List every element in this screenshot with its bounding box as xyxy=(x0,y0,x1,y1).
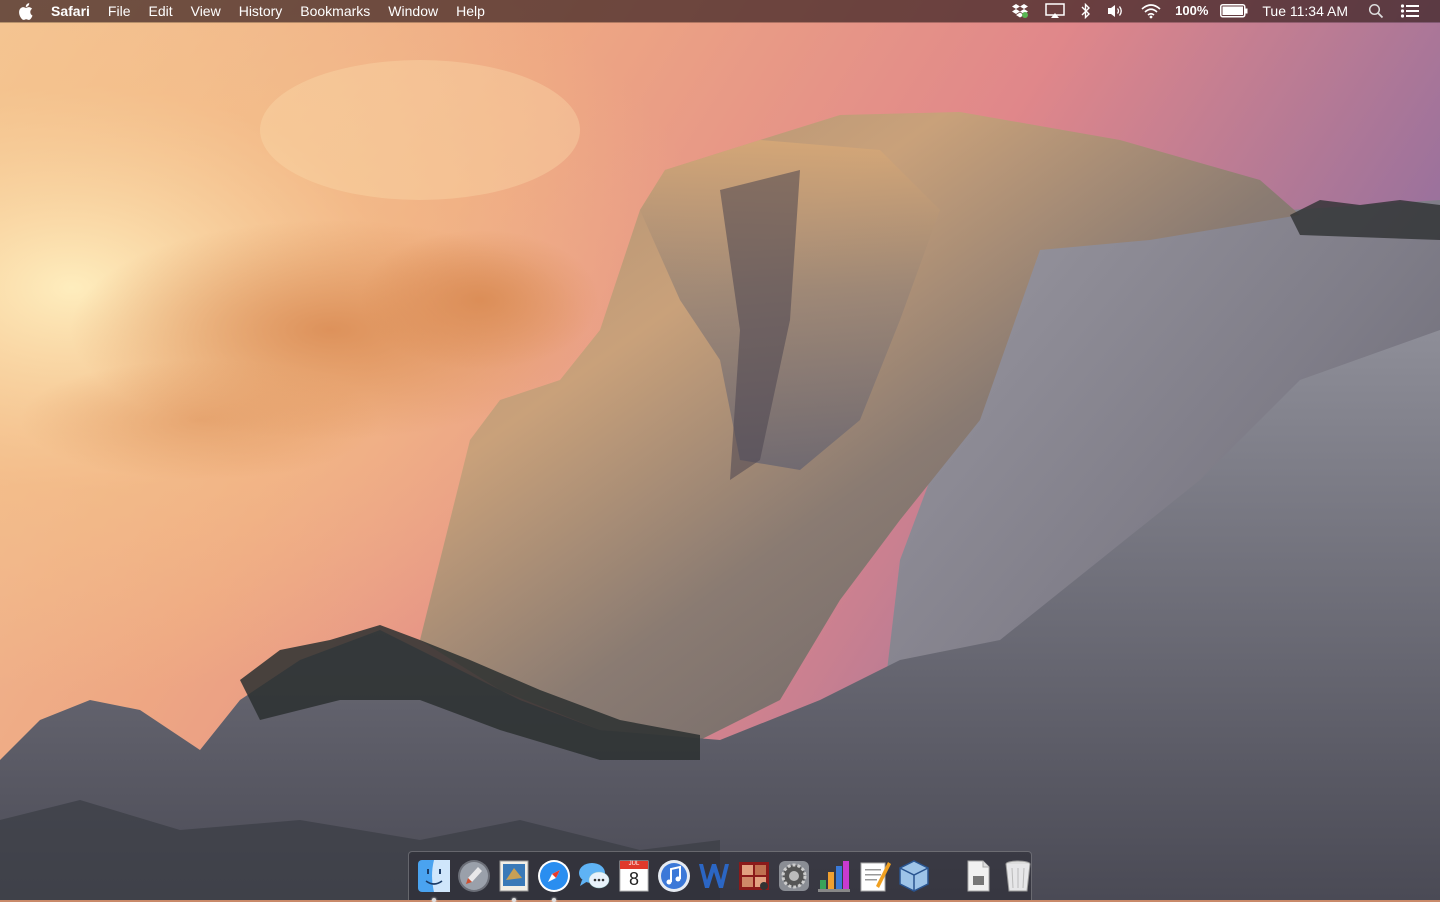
menu-window[interactable]: Window xyxy=(379,0,447,22)
dock-itunes[interactable] xyxy=(656,858,692,894)
menu-view[interactable]: View xyxy=(182,0,230,22)
photo-booth-icon xyxy=(739,862,769,890)
dock-launchpad[interactable] xyxy=(456,858,492,894)
apple-menu-icon[interactable] xyxy=(18,2,34,20)
virtualbox-icon xyxy=(899,860,929,892)
dock-photo-booth[interactable] xyxy=(736,858,772,894)
dock-documents-stack[interactable] xyxy=(960,858,996,894)
dock-trash[interactable] xyxy=(1000,858,1036,894)
menu-bar-left: Safari File Edit View History Bookmarks … xyxy=(18,0,494,22)
safari-icon xyxy=(538,860,570,892)
messages-icon xyxy=(579,863,610,889)
itunes-icon xyxy=(658,860,690,892)
notification-center-icon[interactable] xyxy=(1400,0,1420,22)
spotlight-search-icon[interactable] xyxy=(1368,0,1384,22)
finder-icon xyxy=(418,860,450,892)
dock: JUL 8 xyxy=(408,851,1032,902)
volume-icon[interactable] xyxy=(1107,0,1125,22)
menu-app-name[interactable]: Safari xyxy=(42,0,99,22)
desktop-wallpaper xyxy=(0,0,1440,900)
calendar-month: JUL xyxy=(628,861,640,867)
menu-bookmarks[interactable]: Bookmarks xyxy=(291,0,379,22)
dock-pages[interactable] xyxy=(856,858,892,894)
word-icon xyxy=(699,864,729,888)
trash-icon xyxy=(1005,860,1031,892)
menu-edit[interactable]: Edit xyxy=(139,0,181,22)
menu-help[interactable]: Help xyxy=(447,0,494,22)
calendar-day: 8 xyxy=(628,869,639,889)
running-indicator xyxy=(552,898,556,902)
menu-clock[interactable]: Tue 11:34 AM xyxy=(1262,0,1348,22)
numbers-icon xyxy=(818,861,850,892)
battery-icon[interactable] xyxy=(1220,0,1248,22)
menu-bar-status: 100% Tue 11:34 AM xyxy=(1003,0,1428,22)
dock-word[interactable] xyxy=(696,858,732,894)
airplay-icon[interactable] xyxy=(1045,0,1065,22)
dock-virtualbox[interactable] xyxy=(896,858,932,894)
dropbox-icon[interactable] xyxy=(1011,0,1029,22)
running-indicator xyxy=(512,898,516,902)
menu-bar: Safari File Edit View History Bookmarks … xyxy=(0,0,1440,22)
dock-messages[interactable] xyxy=(576,858,612,894)
dock-numbers[interactable] xyxy=(816,858,852,894)
documents-stack-icon xyxy=(967,860,990,892)
system-preferences-icon xyxy=(779,861,809,891)
battery-percentage[interactable]: 100% xyxy=(1175,0,1208,22)
launchpad-icon xyxy=(458,860,490,892)
dock-system-preferences[interactable] xyxy=(776,858,812,894)
dock-safari[interactable] xyxy=(536,858,572,902)
mail-icon xyxy=(499,860,529,892)
dock-finder[interactable] xyxy=(416,858,452,902)
dock-calendar[interactable]: JUL 8 xyxy=(616,858,652,894)
wifi-icon[interactable] xyxy=(1141,0,1161,22)
menu-file[interactable]: File xyxy=(99,0,140,22)
running-indicator xyxy=(432,898,436,902)
bluetooth-icon[interactable] xyxy=(1081,0,1091,22)
pages-icon xyxy=(860,862,891,892)
menu-history[interactable]: History xyxy=(230,0,292,22)
dock-mail[interactable] xyxy=(496,858,532,902)
